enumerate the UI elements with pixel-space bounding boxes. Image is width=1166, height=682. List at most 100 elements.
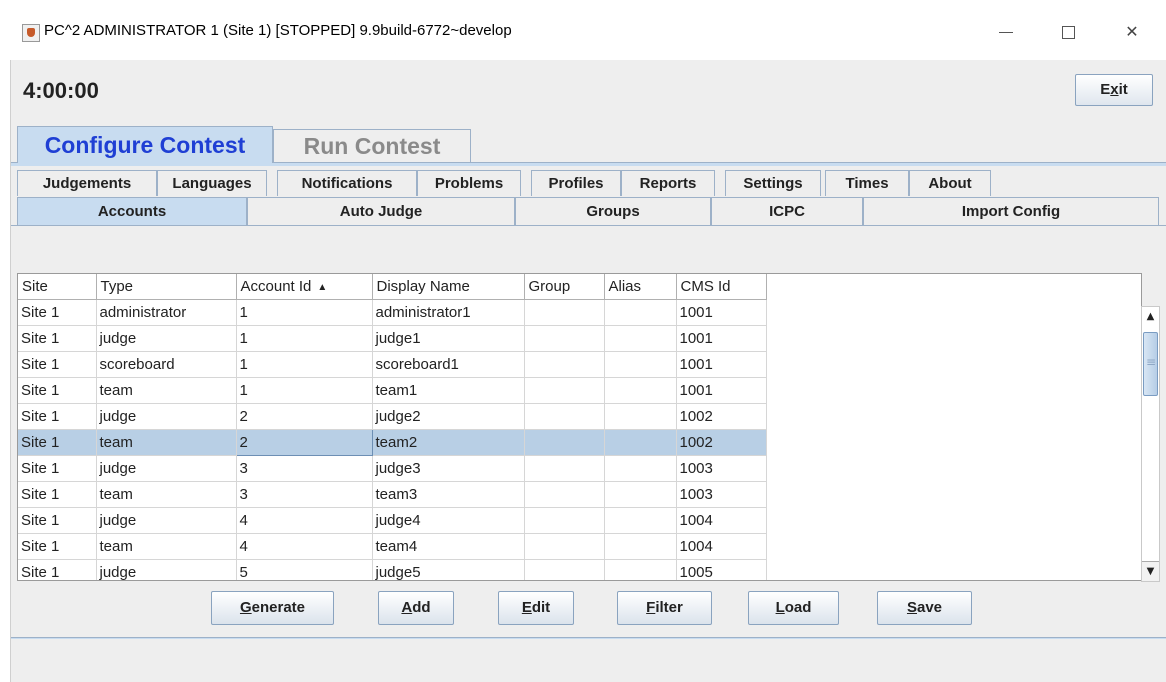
table-cell[interactable]: scoreboard1	[372, 351, 525, 378]
table-cell[interactable]: Site 1	[18, 377, 97, 404]
table-cell[interactable]	[524, 481, 605, 508]
table-cell[interactable]: 1001	[676, 325, 767, 352]
table-cell[interactable]: Site 1	[18, 533, 97, 560]
table-cell[interactable]: judge4	[372, 507, 525, 534]
column-header-alias[interactable]: Alias	[604, 274, 677, 300]
table-cell[interactable]: judge	[96, 455, 237, 482]
table-cell[interactable]: judge2	[372, 403, 525, 430]
table-cell[interactable]: administrator1	[372, 299, 525, 326]
tab-run-contest[interactable]: Run Contest	[273, 129, 471, 163]
table-row[interactable]: Site 1 judge 2 judge2 1002	[18, 403, 767, 430]
table-cell[interactable]: 2	[235, 428, 373, 456]
tab-about[interactable]: About	[909, 170, 991, 196]
table-cell[interactable]: 1	[236, 299, 373, 326]
table-row[interactable]: Site 1 team 4 team4 1004	[18, 533, 767, 560]
column-header-account-id[interactable]: Account Id ▲	[236, 274, 373, 300]
filter-button[interactable]: Filter	[617, 591, 712, 625]
table-cell[interactable]: judge	[96, 507, 237, 534]
table-cell[interactable]: 2	[236, 403, 373, 430]
table-cell[interactable]	[604, 325, 677, 352]
table-cell[interactable]	[604, 507, 677, 534]
table-cell[interactable]: Site 1	[18, 325, 97, 352]
load-button[interactable]: Load	[748, 591, 839, 625]
tab-languages[interactable]: Languages	[157, 170, 267, 196]
table-cell[interactable]: team4	[372, 533, 525, 560]
tab-auto-judge[interactable]: Auto Judge	[247, 197, 515, 225]
table-vertical-scrollbar[interactable]: ▲ ▼	[1141, 306, 1160, 582]
table-cell[interactable]	[524, 533, 605, 560]
table-cell[interactable]: 1001	[676, 377, 767, 404]
table-cell[interactable]: Site 1	[18, 351, 97, 378]
tab-reports[interactable]: Reports	[621, 170, 715, 196]
tab-accounts[interactable]: Accounts	[17, 197, 247, 225]
minimize-button[interactable]	[984, 14, 1028, 50]
column-header-display-name[interactable]: Display Name	[372, 274, 525, 300]
generate-button[interactable]: Generate	[211, 591, 334, 625]
table-row[interactable]: Site 1 team 1 team1 1001	[18, 377, 767, 404]
table-row[interactable]: Site 1 team 3 team3 1003	[18, 481, 767, 508]
table-cell[interactable]: 4	[236, 507, 373, 534]
table-cell[interactable]: team3	[372, 481, 525, 508]
table-cell[interactable]	[604, 481, 677, 508]
table-cell[interactable]	[604, 429, 677, 456]
table-cell[interactable]: Site 1	[18, 507, 97, 534]
table-cell[interactable]: 1002	[676, 403, 767, 430]
table-cell[interactable]	[524, 351, 605, 378]
table-row[interactable]: Site 1 judge 1 judge1 1001	[18, 325, 767, 352]
table-cell[interactable]: Site 1	[18, 481, 97, 508]
table-cell[interactable]: team	[96, 377, 237, 404]
table-cell[interactable]: Site 1	[18, 429, 97, 456]
edit-button[interactable]: Edit	[498, 591, 574, 625]
table-cell[interactable]: 3	[236, 455, 373, 482]
table-row[interactable]: Site 1 administrator 1 administrator1 1001	[18, 299, 767, 326]
table-cell[interactable]: team	[96, 481, 237, 508]
table-cell[interactable]: 4	[236, 533, 373, 560]
column-header-type[interactable]: Type	[96, 274, 237, 300]
table-cell[interactable]: 1001	[676, 351, 767, 378]
table-cell[interactable]	[524, 325, 605, 352]
table-cell[interactable]: judge	[96, 325, 237, 352]
table-row[interactable]: Site 1 judge 3 judge3 1003	[18, 455, 767, 482]
table-row[interactable]: Site 1 scoreboard 1 scoreboard1 1001	[18, 351, 767, 378]
column-header-site[interactable]: Site	[18, 274, 97, 300]
table-row[interactable]: Site 1 judge 5 judge5 1005	[18, 559, 767, 580]
table-cell[interactable]	[524, 299, 605, 326]
scroll-up-arrow-icon[interactable]: ▲	[1142, 307, 1159, 327]
column-header-group[interactable]: Group	[524, 274, 605, 300]
table-cell[interactable]: judge	[96, 403, 237, 430]
tab-judgements[interactable]: Judgements	[17, 170, 157, 196]
column-header-cms-id[interactable]: CMS Id	[676, 274, 767, 300]
tab-profiles[interactable]: Profiles	[531, 170, 621, 196]
table-cell[interactable]: 1005	[676, 559, 767, 580]
table-cell[interactable]: team	[96, 429, 237, 456]
add-button[interactable]: Add	[378, 591, 454, 625]
table-cell[interactable]: judge3	[372, 455, 525, 482]
table-cell[interactable]: 5	[236, 559, 373, 580]
exit-button[interactable]: Exit	[1075, 74, 1153, 106]
table-cell[interactable]: judge	[96, 559, 237, 580]
table-cell[interactable]	[524, 403, 605, 430]
table-cell[interactable]: judge5	[372, 559, 525, 580]
scroll-thumb[interactable]	[1143, 332, 1158, 396]
table-cell[interactable]: 1	[236, 325, 373, 352]
table-cell[interactable]: 1	[236, 377, 373, 404]
table-cell[interactable]	[604, 299, 677, 326]
table-cell[interactable]	[524, 377, 605, 404]
table-cell[interactable]: Site 1	[18, 455, 97, 482]
table-cell[interactable]	[604, 351, 677, 378]
table-cell[interactable]: Site 1	[18, 559, 97, 580]
table-cell[interactable]: administrator	[96, 299, 237, 326]
tab-problems[interactable]: Problems	[417, 170, 521, 196]
table-cell[interactable]	[604, 559, 677, 580]
table-cell[interactable]: scoreboard	[96, 351, 237, 378]
tab-notifications[interactable]: Notifications	[277, 170, 417, 196]
table-row[interactable]: Site 1 team 2 team2 1002	[18, 428, 767, 456]
table-cell[interactable]: 1001	[676, 299, 767, 326]
tab-groups[interactable]: Groups	[515, 197, 711, 225]
table-cell[interactable]: Site 1	[18, 299, 97, 326]
tab-times[interactable]: Times	[825, 170, 909, 196]
table-cell[interactable]: 1004	[676, 507, 767, 534]
tab-settings[interactable]: Settings	[725, 170, 821, 196]
table-cell[interactable]: 1	[236, 351, 373, 378]
table-cell[interactable]: team2	[372, 429, 525, 456]
